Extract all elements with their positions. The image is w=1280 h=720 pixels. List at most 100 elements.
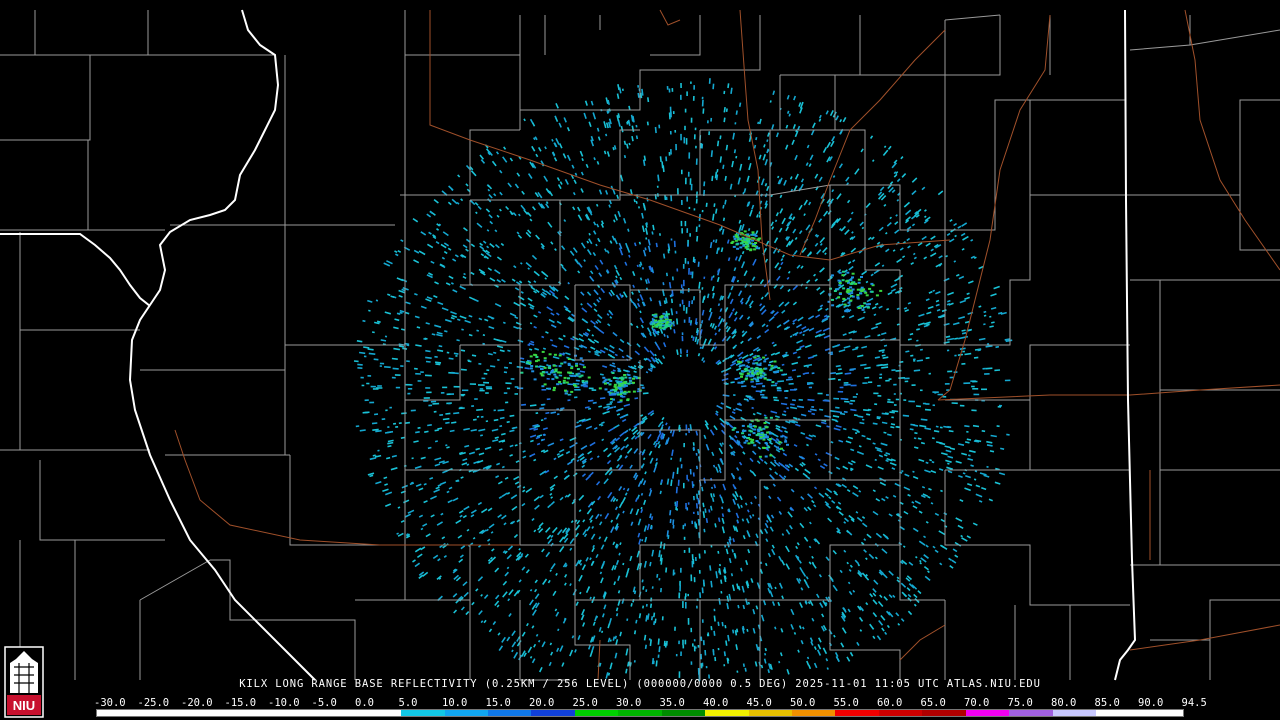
echo-pixel bbox=[554, 115, 557, 119]
echo-pixel bbox=[781, 533, 785, 536]
echo-pixel bbox=[643, 634, 647, 641]
echo-pixel bbox=[887, 433, 892, 437]
echo-pixel bbox=[859, 629, 863, 632]
echo-pixel bbox=[662, 282, 665, 286]
echo-cluster-pixel bbox=[870, 290, 874, 293]
echo-pixel bbox=[524, 367, 530, 370]
echo-pixel bbox=[596, 127, 600, 132]
echo-pixel bbox=[702, 360, 706, 363]
echo-pixel bbox=[916, 339, 919, 342]
echo-pixel bbox=[974, 439, 982, 443]
echo-pixel bbox=[466, 463, 470, 466]
echo-pixel bbox=[872, 442, 876, 445]
echo-pixel bbox=[665, 297, 668, 304]
echo-pixel bbox=[905, 350, 910, 353]
echo-cluster-pixel bbox=[623, 382, 627, 385]
echo-pixel bbox=[628, 428, 632, 431]
echo-pixel bbox=[398, 345, 405, 348]
echo-pixel bbox=[709, 565, 712, 571]
echo-cluster-pixel bbox=[736, 247, 740, 250]
echo-pixel bbox=[989, 325, 994, 328]
echo-cluster-pixel bbox=[604, 388, 608, 391]
echo-pixel bbox=[716, 140, 720, 147]
echo-pixel bbox=[740, 504, 743, 508]
echo-pixel bbox=[626, 143, 629, 149]
echo-pixel bbox=[695, 321, 698, 326]
echo-pixel bbox=[710, 580, 713, 588]
echo-pixel bbox=[844, 372, 852, 375]
echo-pixel bbox=[945, 335, 951, 338]
echo-pixel bbox=[641, 539, 644, 542]
echo-pixel bbox=[929, 459, 933, 462]
echo-pixel bbox=[549, 569, 552, 572]
echo-cluster-pixel bbox=[555, 376, 559, 379]
echo-pixel bbox=[400, 436, 405, 439]
echo-pixel bbox=[859, 421, 865, 425]
echo-pixel bbox=[889, 411, 895, 414]
echo-pixel bbox=[710, 626, 713, 631]
echo-cluster-pixel bbox=[784, 440, 788, 443]
echo-pixel bbox=[884, 231, 888, 235]
echo-cluster-pixel bbox=[654, 319, 658, 322]
echo-pixel bbox=[460, 476, 464, 479]
echo-pixel bbox=[732, 538, 735, 543]
echo-pixel bbox=[424, 337, 428, 340]
echo-cluster-pixel bbox=[864, 291, 868, 294]
echo-cluster-pixel bbox=[842, 270, 845, 273]
echo-pixel bbox=[712, 275, 715, 278]
echo-pixel bbox=[499, 349, 505, 353]
echo-pixel bbox=[493, 418, 499, 422]
echo-pixel bbox=[435, 363, 441, 366]
echo-cluster-pixel bbox=[756, 428, 760, 431]
echo-pixel bbox=[638, 613, 642, 619]
echo-pixel bbox=[874, 356, 880, 359]
echo-pixel bbox=[417, 426, 421, 429]
echo-cluster-pixel bbox=[564, 389, 567, 392]
echo-pixel bbox=[665, 422, 668, 426]
echo-pixel bbox=[647, 613, 650, 620]
echo-pixel bbox=[518, 547, 521, 551]
echo-pixel bbox=[814, 453, 818, 456]
echo-pixel bbox=[720, 579, 723, 584]
echo-pixel bbox=[724, 382, 729, 385]
echo-pixel bbox=[503, 366, 509, 369]
echo-cluster-pixel bbox=[752, 377, 756, 380]
echo-pixel bbox=[638, 264, 642, 268]
echo-cluster-pixel bbox=[863, 302, 867, 305]
echo-cluster-pixel bbox=[838, 271, 842, 274]
echo-pixel bbox=[446, 490, 450, 494]
legend-swatch bbox=[574, 710, 619, 716]
echo-cluster-pixel bbox=[762, 437, 766, 440]
echo-pixel bbox=[914, 432, 918, 435]
echo-pixel bbox=[735, 644, 738, 651]
echo-pixel bbox=[865, 280, 869, 284]
echo-pixel bbox=[642, 392, 649, 395]
echo-cluster-pixel bbox=[764, 367, 768, 370]
echo-pixel bbox=[442, 417, 450, 421]
echo-pixel bbox=[925, 521, 929, 524]
echo-cluster-pixel bbox=[743, 429, 747, 432]
echo-cluster-pixel bbox=[533, 378, 537, 381]
echo-pixel bbox=[613, 581, 617, 586]
echo-pixel bbox=[710, 150, 713, 157]
echo-pixel bbox=[919, 348, 923, 351]
echo-pixel bbox=[634, 397, 639, 400]
echo-pixel bbox=[641, 266, 645, 270]
echo-pixel bbox=[616, 367, 621, 371]
echo-pixel bbox=[372, 428, 379, 431]
echo-pixel bbox=[715, 208, 718, 214]
echo-cluster-pixel bbox=[626, 398, 630, 401]
echo-pixel bbox=[651, 269, 654, 273]
echo-cluster-pixel bbox=[732, 245, 736, 248]
echo-pixel bbox=[747, 601, 750, 605]
echo-cluster-pixel bbox=[844, 310, 848, 313]
echo-pixel bbox=[424, 430, 429, 433]
echo-cluster-pixel bbox=[553, 386, 556, 389]
echo-cluster-pixel bbox=[758, 426, 762, 429]
echo-cluster-pixel bbox=[584, 381, 588, 384]
echo-cluster-pixel bbox=[745, 374, 749, 377]
echo-pixel bbox=[413, 440, 419, 443]
echo-cluster-pixel bbox=[534, 354, 538, 357]
echo-cluster-pixel bbox=[558, 365, 562, 368]
echo-pixel bbox=[907, 301, 912, 305]
